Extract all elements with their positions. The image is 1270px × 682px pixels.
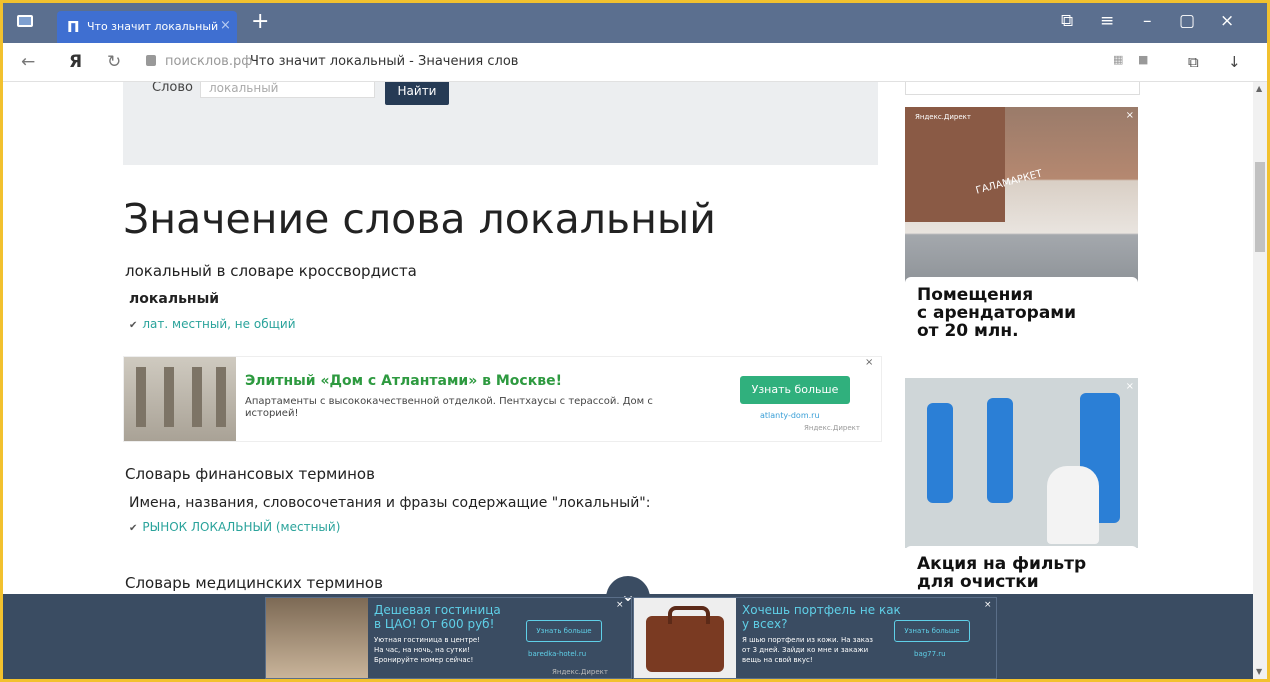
tab-bar: П Что значит локальный × + ⧉ ≡ – ▢ × xyxy=(3,3,1267,43)
reader-icon[interactable]: ⧉ xyxy=(1061,11,1073,31)
bottom-ad-hotel-network: Яндекс.Директ xyxy=(552,668,608,676)
bottom-ad-hotel-headline[interactable]: Дешевая гостиница в ЦАО! От 600 руб! xyxy=(374,603,501,631)
minimize-icon[interactable]: – xyxy=(1143,11,1152,31)
tab-active[interactable]: П Что значит локальный × xyxy=(57,11,237,43)
side-ad-photo: ГАЛАМАРКЕТ xyxy=(905,107,1138,287)
bottom-ad-bag-desc: Я шью портфели из кожи. На заказ от 3 дн… xyxy=(742,636,874,664)
search-panel: Слово локальный Найти xyxy=(123,82,878,165)
menu-icon[interactable]: ≡ xyxy=(1100,11,1114,31)
bookmark-icon[interactable]: ■ xyxy=(1138,53,1148,66)
ad-network: Яндекс.Директ xyxy=(804,424,860,432)
sidebar-top-box xyxy=(905,82,1140,95)
page-content: Слово локальный Найти Значение слова лок… xyxy=(3,82,1253,679)
side-ad-caption: Помещения с арендаторами от 20 млн. xyxy=(905,277,1138,370)
section-crossword: локальный в словаре кроссвордиста xyxy=(125,262,417,280)
yandex-icon[interactable]: Я xyxy=(69,52,82,72)
bottom-ad-bag-headline[interactable]: Хочешь портфель не как у всех? xyxy=(742,603,901,631)
back-icon[interactable]: ← xyxy=(21,52,35,72)
ad-domain[interactable]: atlanty-dom.ru xyxy=(760,411,820,420)
ad-close-icon[interactable]: × xyxy=(865,357,873,368)
side-ad-close-icon[interactable]: × xyxy=(1126,110,1134,121)
favicon-icon: П xyxy=(67,18,80,36)
tab-title: Что значит локальный xyxy=(87,20,219,33)
finance-term-link[interactable]: ✔ РЫНОК ЛОКАЛЬНЫЙ (местный) xyxy=(129,520,340,534)
side-ad-filter-caption: Акция на фильтр для очистки xyxy=(905,546,1138,596)
side-ad-filter-photo xyxy=(905,378,1138,548)
download-icon[interactable]: ↓ xyxy=(1228,53,1241,71)
reload-icon[interactable]: ↻ xyxy=(107,52,121,72)
extensions-icon[interactable]: ▦ xyxy=(1113,53,1123,66)
bottom-ad-bag-close-icon[interactable]: × xyxy=(984,600,992,610)
search-label: Слово xyxy=(152,82,193,95)
lock-icon xyxy=(146,55,156,66)
ad-building-image xyxy=(124,357,236,441)
side-ad-filter-close-icon[interactable]: × xyxy=(1126,381,1134,392)
bottom-ad-bar: ⌄ Дешевая гостиница в ЦАО! От 600 руб! У… xyxy=(3,576,1253,679)
scroll-down-icon[interactable]: ▼ xyxy=(1256,667,1262,676)
ad-title[interactable]: Элитный «Дом с Атлантами» в Москве! xyxy=(245,373,562,389)
check-icon: ✔ xyxy=(129,523,138,534)
close-window-icon[interactable]: × xyxy=(1220,11,1234,31)
briefcase-image xyxy=(634,598,736,678)
side-ad-caption-text: Помещения с арендаторами от 20 млн. xyxy=(917,285,1077,341)
browser-window: П Что значит локальный × + ⧉ ≡ – ▢ × ← Я… xyxy=(0,0,1270,682)
hotel-room-image xyxy=(266,598,368,678)
page-heading: Значение слова локальный xyxy=(123,195,716,243)
bottom-ad-hotel-close-icon[interactable]: × xyxy=(616,600,624,610)
vertical-scrollbar[interactable]: ▲ ▼ xyxy=(1253,82,1267,679)
bottom-ad-bag[interactable]: Хочешь портфель не как у всех? Я шью пор… xyxy=(633,597,997,679)
ad-cta-button[interactable]: Узнать больше xyxy=(740,376,850,404)
tabs-menu-icon[interactable] xyxy=(17,15,33,27)
term-definition-link[interactable]: ✔ лат. местный, не общий xyxy=(129,317,296,331)
term-title: локальный xyxy=(129,291,220,307)
inline-ad[interactable]: Элитный «Дом с Атлантами» в Москве! Апар… xyxy=(123,356,882,442)
url-page-title[interactable]: Что значит локальный - Значения слов xyxy=(250,54,518,69)
side-ad-realty[interactable]: ГАЛАМАРКЕТ Яндекс.Директ × Помещения с а… xyxy=(905,107,1138,370)
bottom-ad-bag-cta[interactable]: Узнать больше xyxy=(894,620,970,642)
search-input[interactable]: локальный xyxy=(200,82,375,98)
ad-text: Апартаменты с высококачественной отделко… xyxy=(245,396,653,419)
side-ad-filter-caption-text: Акция на фильтр для очистки xyxy=(917,554,1087,592)
side-ad-network: Яндекс.Директ xyxy=(915,113,971,121)
bottom-ad-bag-domain[interactable]: bag77.ru xyxy=(914,650,946,658)
tab-close-icon[interactable]: × xyxy=(220,18,231,33)
term-definition-text: лат. местный, не общий xyxy=(142,317,296,331)
url-host[interactable]: поисклов.рф xyxy=(165,54,252,69)
search-button[interactable]: Найти xyxy=(385,82,449,105)
bottom-ad-hotel-domain[interactable]: baredka-hotel.ru xyxy=(528,650,586,658)
bottom-ad-hotel[interactable]: Дешевая гостиница в ЦАО! От 600 руб! Уют… xyxy=(265,597,632,679)
address-bar: ← Я ↻ поисклов.рф Что значит локальный -… xyxy=(3,43,1267,82)
protect-icon[interactable]: ⧉ xyxy=(1188,53,1199,71)
section-medical: Словарь медицинских терминов xyxy=(125,574,383,592)
side-ad-filter[interactable]: × Акция на фильтр для очистки xyxy=(905,378,1138,596)
new-tab-button[interactable]: + xyxy=(251,8,269,36)
scrollbar-thumb[interactable] xyxy=(1255,162,1265,252)
bottom-ad-hotel-cta[interactable]: Узнать больше xyxy=(526,620,602,642)
bottom-ad-hotel-desc: Уютная гостиница в центре! На час, на но… xyxy=(374,636,481,664)
check-icon: ✔ xyxy=(129,320,138,331)
section-finance-sub: Имена, названия, словосочетания и фразы … xyxy=(129,495,651,511)
scroll-up-icon[interactable]: ▲ xyxy=(1256,84,1262,93)
section-finance: Словарь финансовых терминов xyxy=(125,465,375,483)
restore-icon[interactable]: ▢ xyxy=(1179,11,1195,31)
finance-term-text: РЫНОК ЛОКАЛЬНЫЙ (местный) xyxy=(142,520,341,534)
